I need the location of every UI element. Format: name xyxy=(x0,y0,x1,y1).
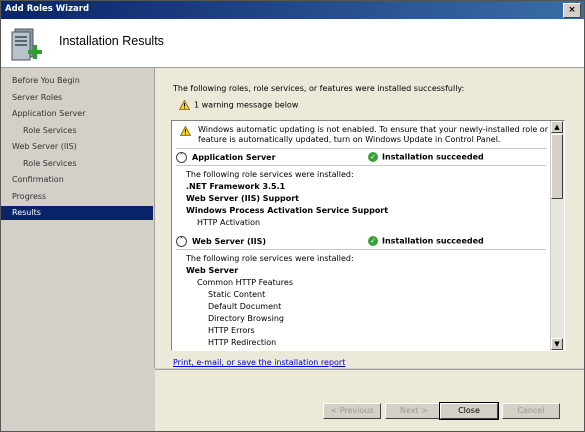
installation-report-box[interactable]: Windows automatic updating is not enable… xyxy=(171,120,565,351)
collapse-toggle-icon[interactable]: ˄ xyxy=(176,152,187,163)
sidebar-item-web-server[interactable]: Web Server (IIS) xyxy=(1,140,164,154)
warning-count: 1 warning message below xyxy=(179,100,298,110)
status-text: Installation succeeded xyxy=(382,152,484,162)
installed-intro: The following role services were install… xyxy=(186,254,354,263)
success-check-icon: ✓ xyxy=(368,152,378,162)
scroll-thumb[interactable] xyxy=(551,134,563,199)
collapse-toggle-icon[interactable]: ˄ xyxy=(176,236,187,247)
installed-item: HTTP Errors xyxy=(208,326,255,335)
sidebar-item-web-role-services[interactable]: Role Services xyxy=(1,157,175,171)
sidebar-item-application-server[interactable]: Application Server xyxy=(1,107,164,121)
add-roles-wizard-window: Add Roles Wizard × Installation Results … xyxy=(0,0,585,432)
windows-update-warning-text: Windows automatic updating is not enable… xyxy=(198,125,548,144)
installed-item: Web Server xyxy=(186,266,239,275)
sidebar-item-results[interactable]: Results xyxy=(1,206,153,220)
status-web-server: ✓ Installation succeeded xyxy=(368,236,484,246)
divider xyxy=(176,165,546,166)
scroll-up-icon[interactable]: ▲ xyxy=(551,121,563,133)
warning-icon xyxy=(179,100,190,110)
status-text: Installation succeeded xyxy=(382,236,484,246)
sidebar-item-confirmation[interactable]: Confirmation xyxy=(1,173,164,187)
status-application-server: ✓ Installation succeeded xyxy=(368,152,484,162)
sidebar-item-before-you-begin[interactable]: Before You Begin xyxy=(1,74,164,88)
installed-intro: The following role services were install… xyxy=(186,170,354,179)
window-title: Add Roles Wizard xyxy=(5,4,90,14)
section-application-server: ˄ Application Server ✓ Installation succee… xyxy=(176,152,546,164)
server-add-icon xyxy=(11,28,42,61)
title-bar: Add Roles Wizard × xyxy=(1,1,584,19)
save-report-link[interactable]: Print, e-mail, or save the installation … xyxy=(173,358,345,367)
report-scrollbar[interactable]: ▲ ▼ xyxy=(550,121,564,350)
sidebar-item-server-roles[interactable]: Server Roles xyxy=(1,91,164,105)
divider xyxy=(176,249,546,250)
next-button[interactable]: Next > xyxy=(385,403,443,419)
section-title: Application Server xyxy=(192,153,276,162)
installed-item: Windows Process Activation Service Suppo… xyxy=(186,206,389,215)
results-panel: The following roles, role services, or f… xyxy=(155,68,584,368)
scroll-down-icon[interactable]: ▼ xyxy=(551,338,563,350)
previous-button[interactable]: < Previous xyxy=(323,403,381,419)
page-title: Installation Results xyxy=(59,34,164,48)
section-web-server: ˄ Web Server (IIS) ✓ Installation succeede… xyxy=(176,236,546,248)
warning-count-text: 1 warning message below xyxy=(194,100,299,110)
installed-item: HTTP Redirection xyxy=(208,338,277,347)
installed-item: .NET Framework 3.5.1 xyxy=(186,182,286,191)
success-check-icon: ✓ xyxy=(368,236,378,246)
installed-item: Web Server (IIS) Support xyxy=(186,194,299,203)
divider xyxy=(176,148,546,149)
cancel-button[interactable]: Cancel xyxy=(502,403,560,419)
wizard-steps-sidebar: Before You Begin Server Roles Applicatio… xyxy=(1,68,155,368)
installed-item: Common HTTP Features xyxy=(197,278,293,287)
section-title: Web Server (IIS) xyxy=(192,237,267,246)
installed-item: Directory Browsing xyxy=(208,314,284,323)
close-button[interactable]: Close xyxy=(439,402,499,420)
warning-icon xyxy=(180,126,191,136)
installed-item: Static Content xyxy=(208,290,266,299)
installed-item: HTTP Activation xyxy=(197,218,261,227)
sidebar-item-app-role-services[interactable]: Role Services xyxy=(1,124,175,138)
close-window-button[interactable]: × xyxy=(563,3,581,18)
installed-item: Default Document xyxy=(208,302,282,311)
sidebar-item-progress[interactable]: Progress xyxy=(1,190,164,204)
wizard-footer: < Previous Next > Close Cancel xyxy=(155,369,584,431)
wizard-header: Installation Results xyxy=(1,19,584,68)
results-intro-text: The following roles, role services, or f… xyxy=(173,84,465,93)
